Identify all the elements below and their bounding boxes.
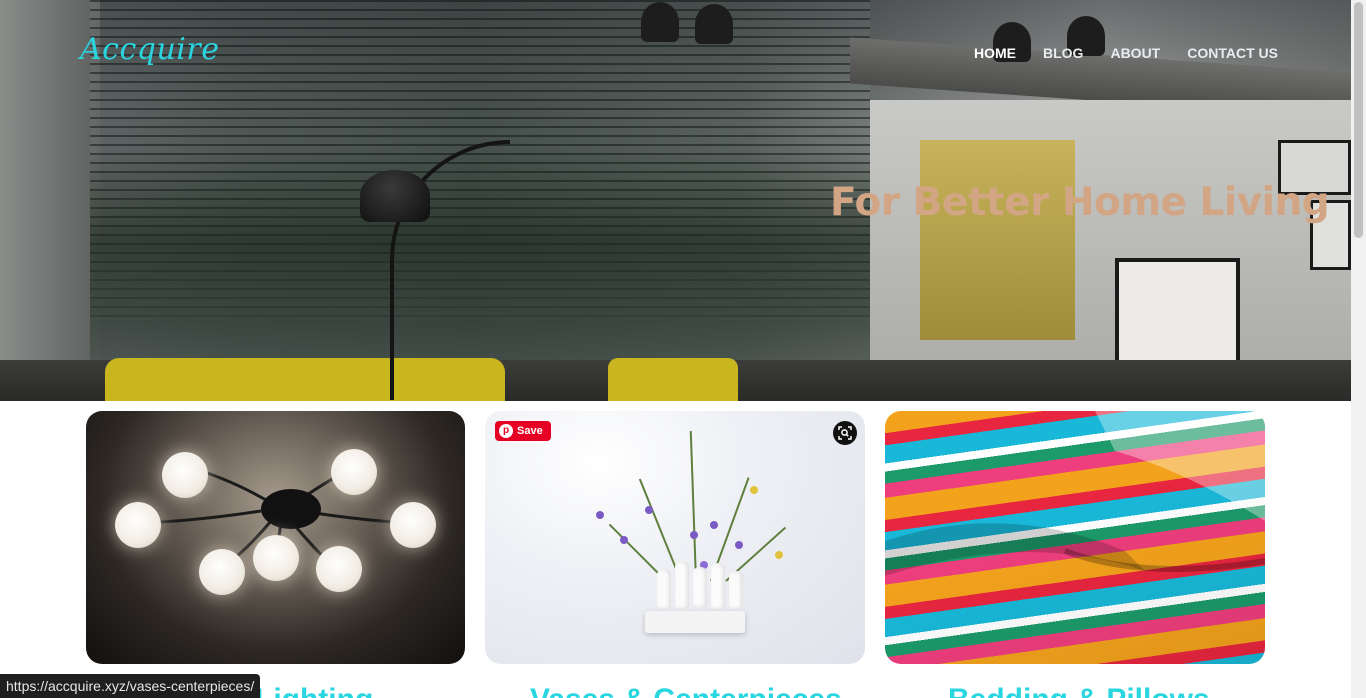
vase bbox=[657, 569, 671, 609]
bulb bbox=[253, 535, 299, 581]
hero-yellow-room bbox=[920, 140, 1075, 340]
pinterest-icon: p bbox=[499, 424, 513, 438]
bulb bbox=[316, 546, 362, 592]
chandelier-center bbox=[261, 489, 321, 529]
nav-home[interactable]: HOME bbox=[974, 45, 1016, 61]
flower bbox=[735, 541, 743, 549]
pillow-folds bbox=[885, 411, 1265, 576]
card-title-lighting[interactable]: Lighting bbox=[255, 683, 373, 698]
vase bbox=[729, 571, 743, 609]
flower bbox=[596, 511, 604, 519]
bulb bbox=[115, 502, 161, 548]
site-logo[interactable]: Accquire bbox=[80, 32, 219, 67]
nav-contact-us[interactable]: CONTACT US bbox=[1187, 45, 1278, 61]
pillows-image bbox=[885, 411, 1265, 664]
flower bbox=[690, 531, 698, 539]
scrollbar-thumb[interactable] bbox=[1354, 2, 1363, 238]
bulb bbox=[390, 502, 436, 548]
flower bbox=[645, 506, 653, 514]
bulb bbox=[199, 549, 245, 595]
hero-armchair bbox=[608, 358, 738, 401]
flower bbox=[775, 551, 783, 559]
vase bbox=[711, 563, 725, 609]
flower bbox=[750, 486, 758, 494]
vase bbox=[693, 567, 707, 607]
card-title-vases[interactable]: Vases & Centerpieces bbox=[530, 683, 842, 698]
vase bbox=[675, 561, 689, 609]
category-card-vases[interactable]: p Save bbox=[485, 411, 865, 664]
hero-tagline: For Better Home Living bbox=[830, 180, 1330, 225]
page-scrollbar[interactable] bbox=[1351, 0, 1366, 698]
lens-glyph bbox=[838, 426, 852, 440]
stem bbox=[689, 431, 697, 582]
save-label: Save bbox=[517, 425, 543, 437]
hero-lamp-shade bbox=[360, 170, 430, 222]
status-bar-url: https://accquire.xyz/vases-centerpieces/ bbox=[0, 674, 261, 698]
category-card-bedding[interactable] bbox=[885, 411, 1265, 664]
bulb bbox=[162, 452, 208, 498]
flower bbox=[710, 521, 718, 529]
hero-pendant-lamp bbox=[641, 2, 679, 42]
category-card-lighting[interactable] bbox=[86, 411, 465, 664]
visual-search-icon[interactable] bbox=[833, 421, 857, 445]
bulb bbox=[331, 449, 377, 495]
card-title-bedding[interactable]: Bedding & Pillows bbox=[948, 683, 1210, 698]
pinterest-save-button[interactable]: p Save bbox=[495, 421, 551, 441]
hero-pendant-lamp bbox=[695, 4, 733, 44]
nav-about[interactable]: ABOUT bbox=[1110, 45, 1160, 61]
main-nav: HOME BLOG ABOUT CONTACT US bbox=[974, 45, 1278, 61]
nav-blog[interactable]: BLOG bbox=[1043, 45, 1083, 61]
vase-tray bbox=[645, 611, 745, 633]
flower bbox=[620, 536, 628, 544]
